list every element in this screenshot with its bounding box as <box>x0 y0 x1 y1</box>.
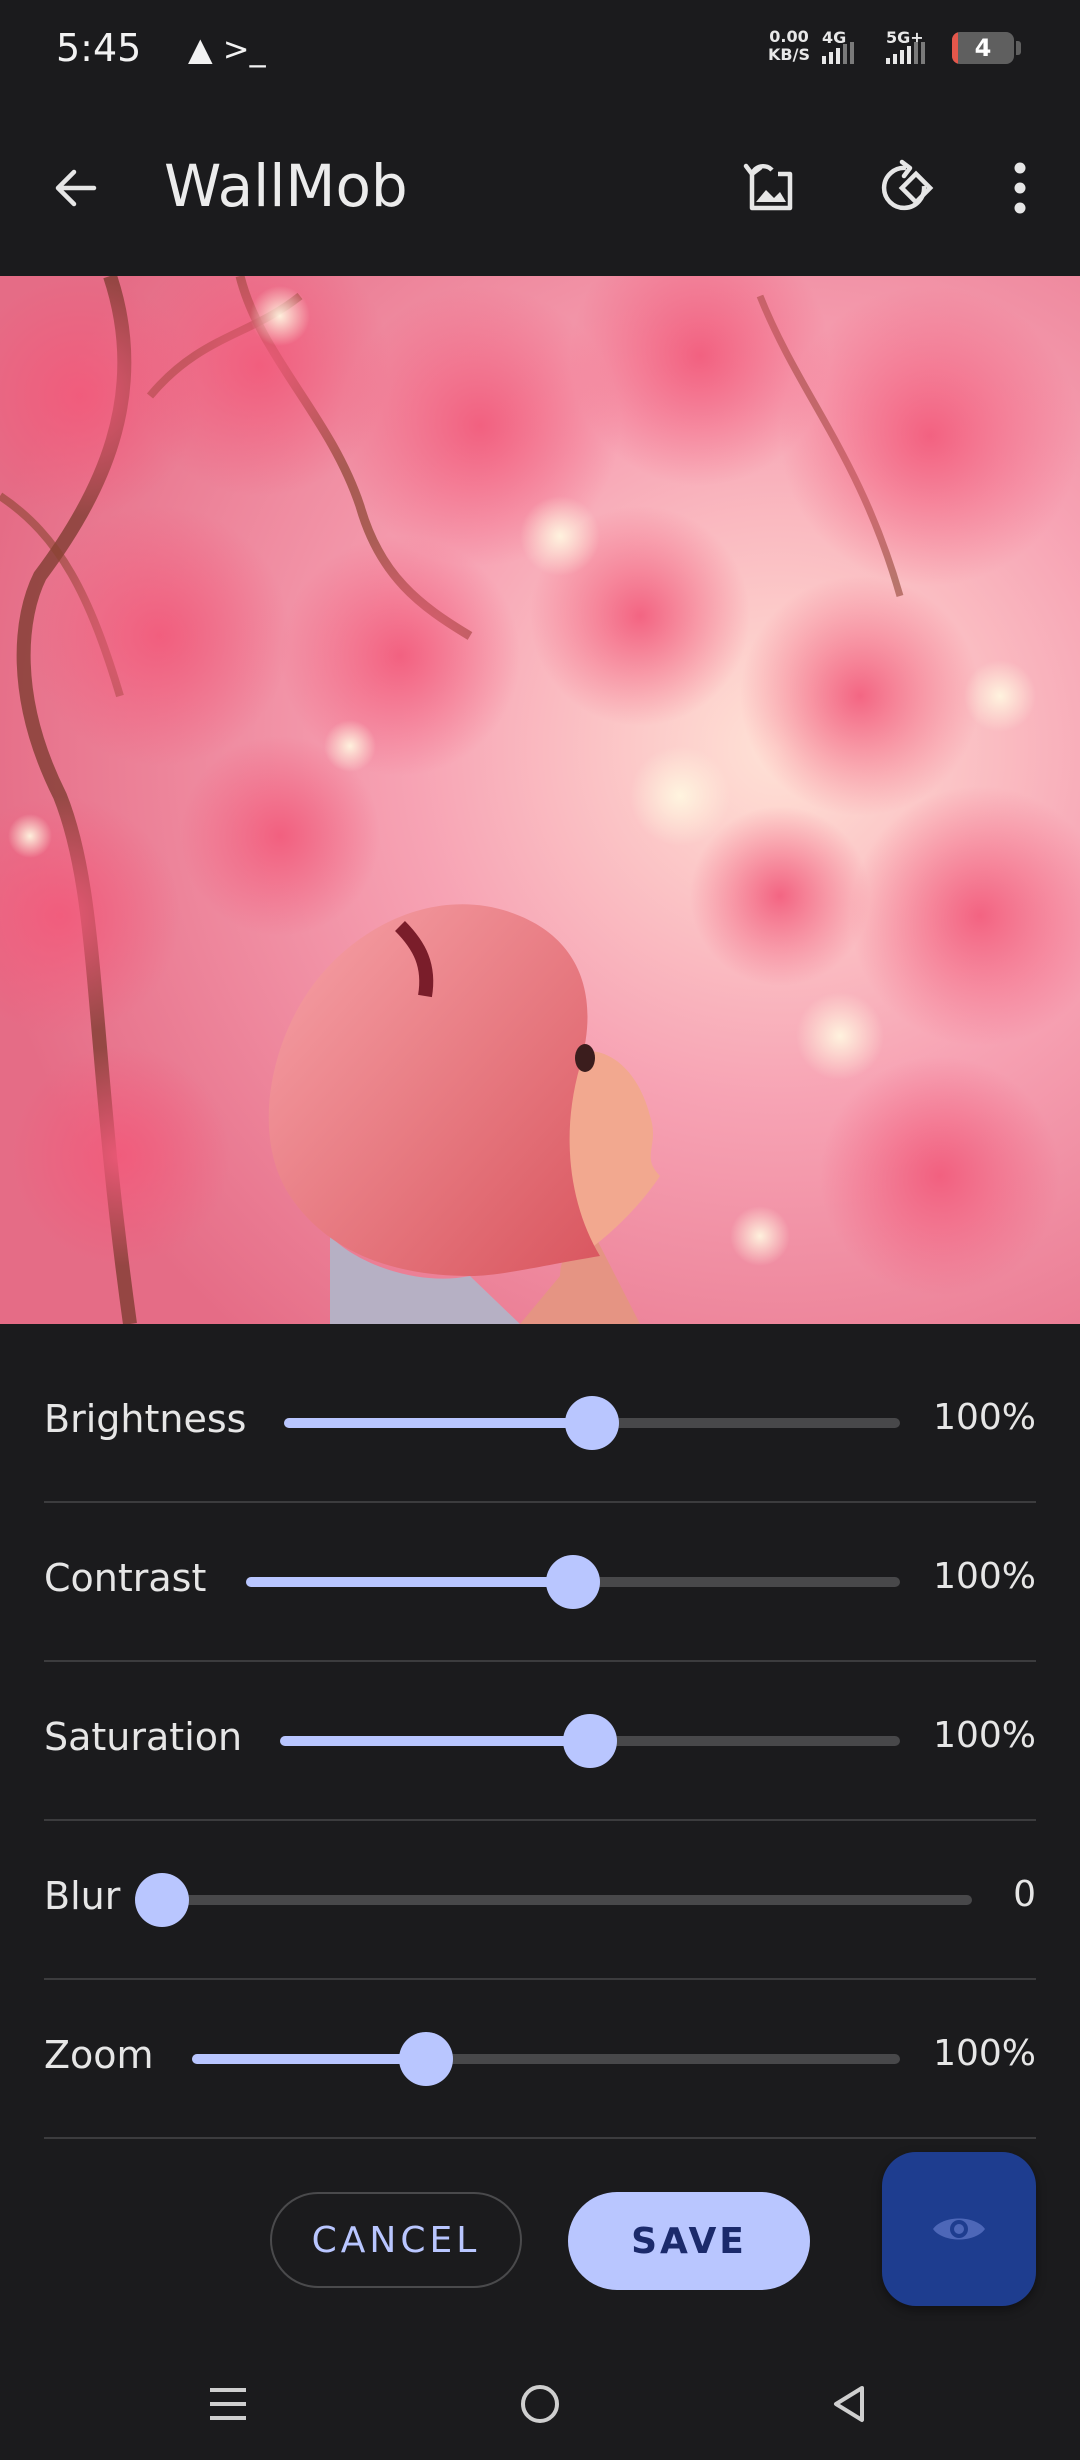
blur-row: Blur 0 <box>44 1821 1036 1980</box>
wallpaper-preview <box>0 276 1080 1324</box>
zoom-slider[interactable] <box>192 2032 900 2086</box>
brightness-row: Brightness 100% <box>44 1344 1036 1503</box>
contrast-row: Contrast 100% <box>44 1503 1036 1662</box>
zoom-slider-fill <box>192 2054 426 2064</box>
blur-label: Blur <box>44 1874 121 1918</box>
brightness-value: 100% <box>933 1397 1036 1438</box>
recents-menu-icon[interactable] <box>206 2384 250 2424</box>
eye-icon <box>933 2218 985 2240</box>
blur-value: 0 <box>1013 1874 1036 1915</box>
network-speed-unit: KB/S <box>768 45 810 64</box>
signal-1-icon <box>822 42 854 64</box>
zoom-row: Zoom 100% <box>44 1980 1036 2139</box>
network-speed-value: 0.00 <box>769 27 809 46</box>
status-time: 5:45 <box>56 26 142 70</box>
app-title: WallMob <box>164 152 408 220</box>
status-bar: 5:45 ▲ >_ 0.00 KB/S 4G 5G+ 4 <box>0 0 1080 100</box>
contrast-slider-thumb[interactable] <box>546 1555 600 1609</box>
brightness-slider[interactable] <box>284 1396 900 1450</box>
zoom-slider-thumb[interactable] <box>398 2032 453 2086</box>
cancel-button[interactable]: CANCEL <box>270 2192 522 2288</box>
signal-2-icon <box>886 42 925 64</box>
battery-tip <box>1016 41 1021 55</box>
saturation-value: 100% <box>933 1715 1036 1756</box>
saturation-slider-fill <box>280 1736 590 1746</box>
contrast-slider[interactable] <box>246 1555 900 1609</box>
more-vert-icon[interactable] <box>980 148 1060 228</box>
network-speed: 0.00 KB/S <box>768 28 810 64</box>
back-triangle-icon[interactable] <box>828 2382 872 2426</box>
brightness-slider-thumb[interactable] <box>565 1396 619 1450</box>
preview-fab-button[interactable] <box>882 2152 1036 2306</box>
saturation-row: Saturation 100% <box>44 1662 1036 1821</box>
contrast-slider-fill <box>246 1577 573 1587</box>
adjustments-panel: Brightness 100% Contrast 100% Saturation… <box>44 1344 1036 2139</box>
back-arrow-icon[interactable] <box>36 148 116 228</box>
zoom-value: 100% <box>933 2033 1036 2074</box>
system-nav-bar <box>0 2340 1080 2460</box>
zoom-label: Zoom <box>44 2033 154 2077</box>
contrast-value: 100% <box>933 1556 1036 1597</box>
blur-slider[interactable] <box>135 1873 972 1927</box>
app-bar: WallMob <box>0 100 1080 276</box>
saturation-slider-thumb[interactable] <box>563 1714 617 1768</box>
battery-level: 4 <box>974 34 992 62</box>
home-circle-icon[interactable] <box>518 2382 562 2426</box>
blur-slider-thumb[interactable] <box>135 1873 189 1927</box>
saturation-label: Saturation <box>44 1715 243 1759</box>
contrast-label: Contrast <box>44 1556 207 1600</box>
saturation-slider[interactable] <box>280 1714 900 1768</box>
brightness-slider-fill <box>284 1418 592 1428</box>
notification-icons: ▲ >_ <box>188 30 266 68</box>
rotate-icon[interactable] <box>864 148 944 228</box>
battery-icon: 4 <box>952 32 1014 64</box>
save-button[interactable]: SAVE <box>568 2192 810 2290</box>
brightness-label: Brightness <box>44 1397 247 1441</box>
restore-image-icon[interactable] <box>730 148 810 228</box>
